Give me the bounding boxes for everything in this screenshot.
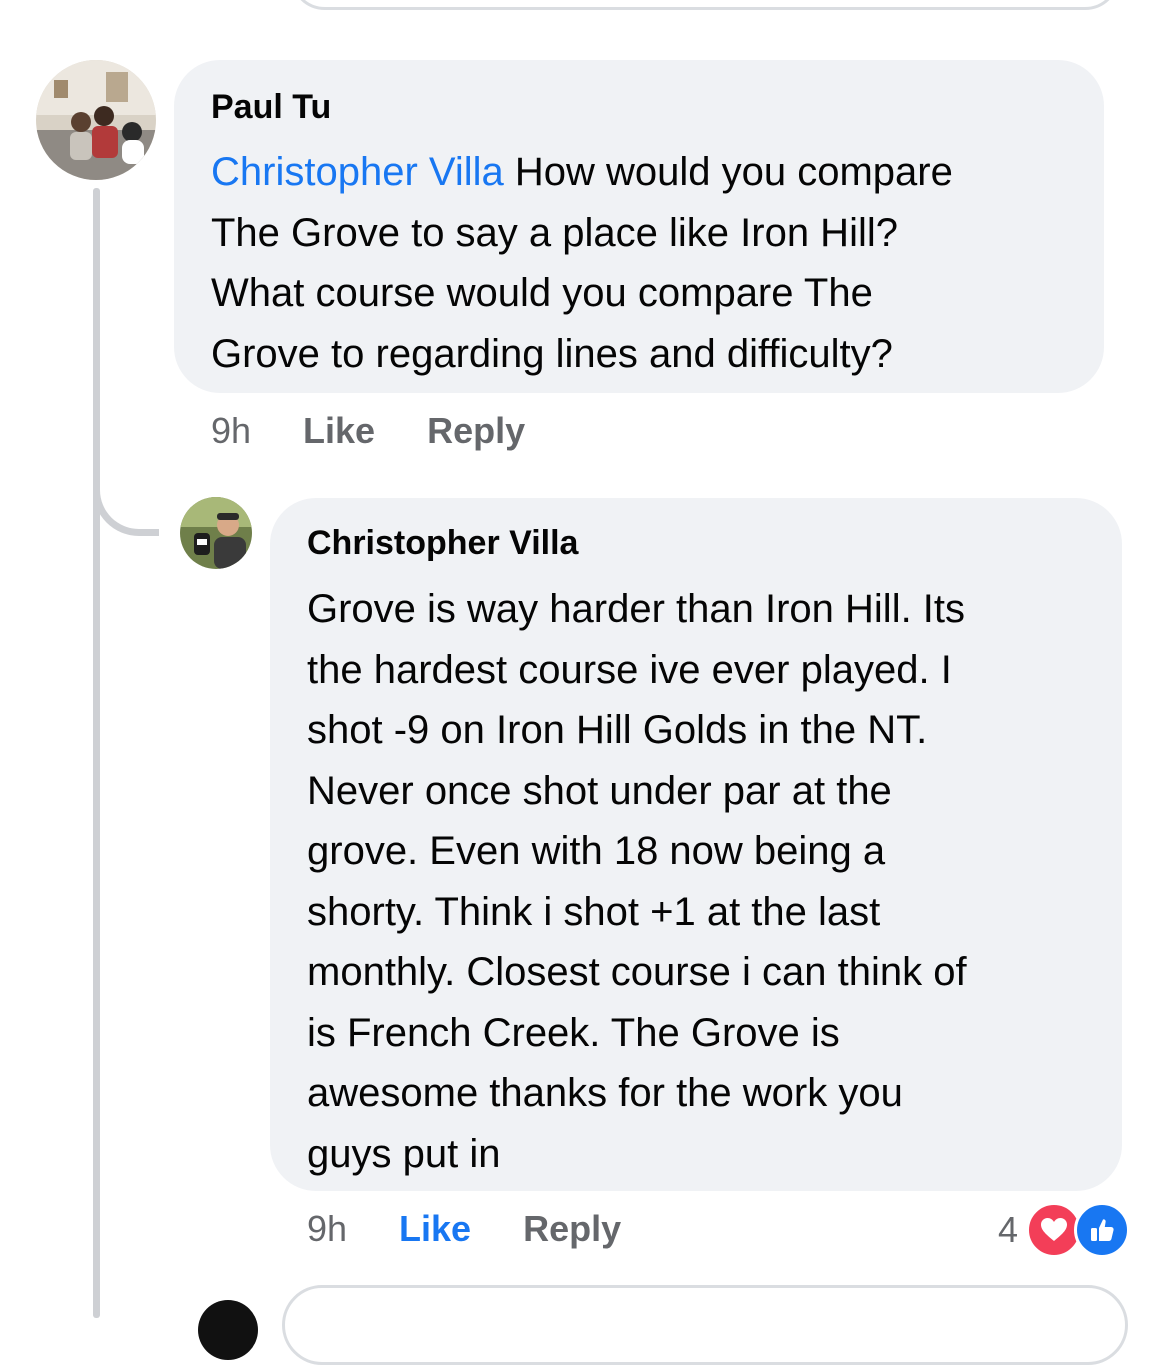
comment-author[interactable]: Christopher Villa bbox=[307, 523, 1092, 563]
reaction-summary[interactable]: 4 bbox=[998, 1202, 1131, 1258]
avatar-paul-tu[interactable] bbox=[36, 60, 156, 180]
avatar-christopher-villa[interactable] bbox=[180, 497, 252, 569]
like-button[interactable]: Like bbox=[399, 1208, 471, 1250]
comment-timestamp[interactable]: 9h bbox=[307, 1208, 347, 1250]
reply-bubble[interactable]: Christopher Villa Grove is way harder th… bbox=[270, 498, 1122, 1191]
comment-text: Christopher Villa How would you compare … bbox=[211, 142, 1068, 384]
thread-connector-line bbox=[93, 188, 100, 1318]
comment-actions: 9h Like Reply bbox=[211, 408, 525, 454]
comment-author[interactable]: Paul Tu bbox=[211, 87, 1068, 127]
previous-comment-bubble-edge bbox=[290, 0, 1120, 10]
comment-bubble[interactable]: Paul Tu Christopher Villa How would you … bbox=[174, 60, 1104, 393]
reply-actions: 9h Like Reply bbox=[307, 1206, 621, 1252]
reply-button[interactable]: Reply bbox=[427, 410, 525, 452]
profile-photo-icon bbox=[180, 497, 252, 569]
profile-photo-icon bbox=[36, 60, 156, 180]
reaction-count: 4 bbox=[998, 1209, 1019, 1250]
like-button[interactable]: Like bbox=[303, 410, 375, 452]
comment-timestamp[interactable]: 9h bbox=[211, 410, 251, 452]
mention-link[interactable]: Christopher Villa bbox=[211, 150, 504, 194]
thread-reply-connector bbox=[93, 440, 159, 536]
next-comment-bubble-edge bbox=[282, 1285, 1128, 1365]
like-reaction-icon bbox=[1074, 1202, 1131, 1258]
next-comment-avatar-edge bbox=[198, 1300, 258, 1360]
comment-body: Grove is way harder than Iron Hill. Its … bbox=[307, 587, 967, 1176]
reply-button[interactable]: Reply bbox=[523, 1208, 621, 1250]
